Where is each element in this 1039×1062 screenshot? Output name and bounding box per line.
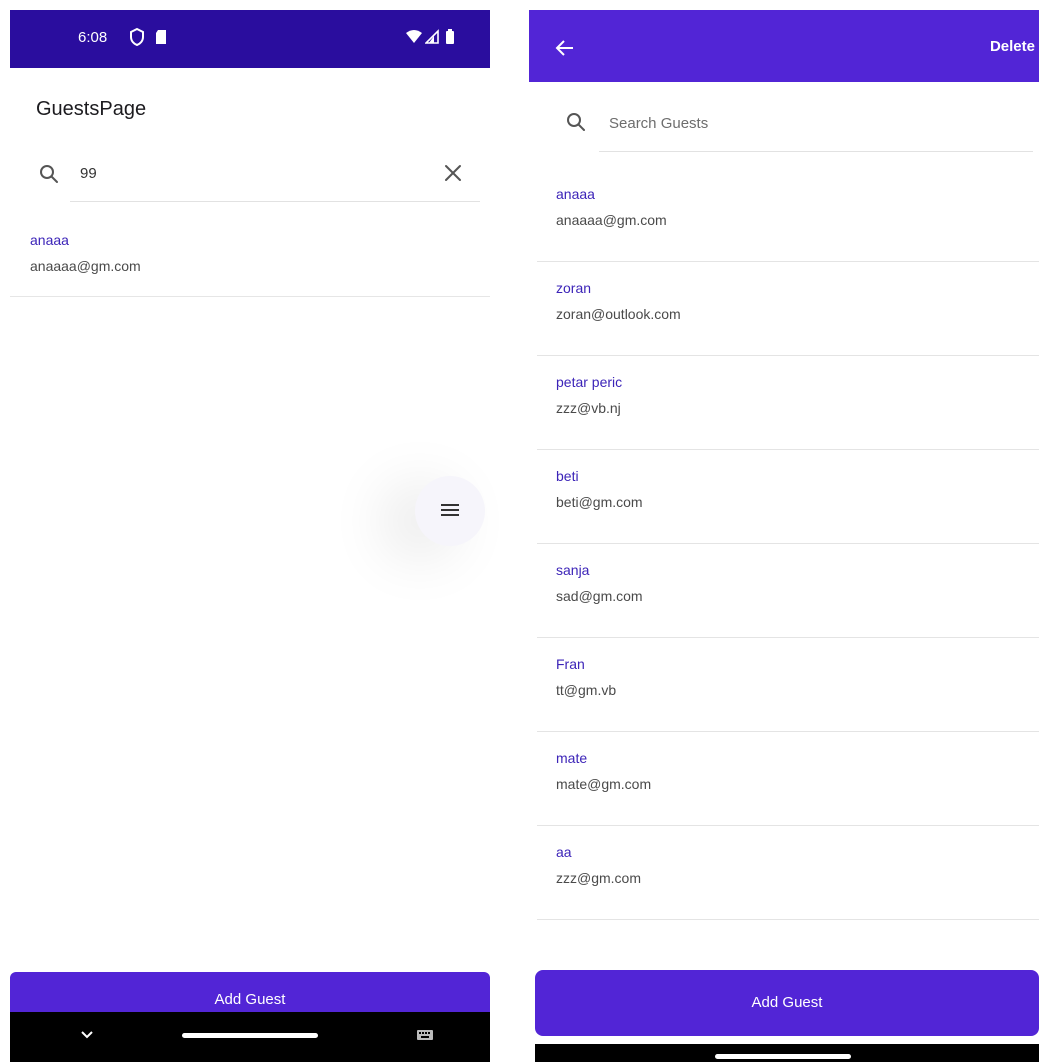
delete-button[interactable]: Delete [990, 38, 1035, 55]
left-screen: 6:08 GuestsPage 99 anaaa anaaaa@gm.com A… [0, 0, 500, 1062]
guest-name: sanja [556, 562, 590, 578]
guest-email: mate@gm.com [556, 776, 652, 792]
search-icon [567, 113, 585, 131]
home-pill[interactable] [715, 1054, 851, 1059]
guest-name: aa [556, 844, 572, 860]
search-input[interactable] [607, 108, 991, 138]
shield-icon [130, 27, 144, 47]
list-item[interactable]: anaaa anaaaa@gm.com [10, 222, 490, 297]
battery-icon [446, 29, 454, 44]
wifi-icon [406, 30, 422, 43]
search-underline [70, 201, 480, 202]
guest-email: sad@gm.com [556, 588, 643, 604]
guest-name: Fran [556, 656, 585, 672]
search-bar[interactable]: 99 [26, 150, 480, 202]
guest-email: anaaaa@gm.com [30, 258, 141, 274]
list-item[interactable]: beti beti@gm.com [537, 450, 1039, 544]
add-guest-button[interactable]: Add Guest [535, 970, 1039, 1036]
arrow-back-icon[interactable] [553, 36, 577, 60]
page-title: GuestsPage [36, 98, 147, 120]
chevron-down-icon[interactable] [80, 1028, 94, 1042]
status-bar: 6:08 [10, 10, 490, 68]
navigation-bar [535, 1044, 1039, 1062]
guest-name: anaaa [556, 186, 595, 202]
keyboard-icon[interactable] [417, 1029, 433, 1041]
guest-email: beti@gm.com [556, 494, 643, 510]
list-item[interactable]: anaaa anaaaa@gm.com [537, 168, 1039, 262]
guest-email: zoran@outlook.com [556, 306, 681, 322]
search-bar[interactable] [559, 100, 1033, 152]
right-screen: Delete anaaa anaaaa@gm.com zoran zoran@o… [529, 10, 1039, 1062]
search-underline [599, 151, 1033, 152]
guest-name: beti [556, 468, 579, 484]
list-item[interactable]: zoran zoran@outlook.com [537, 262, 1039, 356]
navigation-bar [10, 1012, 490, 1062]
close-icon[interactable] [442, 162, 464, 184]
guest-email: zzz@gm.com [556, 870, 641, 886]
list-item[interactable]: mate mate@gm.com [537, 732, 1039, 826]
search-input[interactable]: 99 [80, 165, 97, 182]
guest-email: anaaaa@gm.com [556, 212, 667, 228]
guest-name: petar peric [556, 374, 623, 390]
guest-email: tt@gm.vb [556, 682, 617, 698]
home-pill[interactable] [182, 1033, 318, 1038]
status-time: 6:08 [78, 29, 108, 46]
add-guest-button[interactable]: Add Guest [10, 972, 490, 1016]
guest-name: mate [556, 750, 588, 766]
sim-card-icon [156, 30, 166, 44]
menu-icon [441, 504, 459, 516]
list-item[interactable]: aa zzz@gm.com [537, 826, 1039, 920]
cell-signal-icon [425, 29, 439, 44]
list-item[interactable]: petar peric zzz@vb.nj [537, 356, 1039, 450]
app-bar: Delete [529, 10, 1039, 82]
guest-email: zzz@vb.nj [556, 400, 621, 416]
guest-name: zoran [556, 280, 592, 296]
guest-name: anaaa [30, 232, 69, 248]
list-item[interactable]: sanja sad@gm.com [537, 544, 1039, 638]
menu-fab-button[interactable] [415, 476, 485, 546]
search-icon [40, 165, 58, 183]
guest-list: anaaa anaaaa@gm.com zoran zoran@outlook.… [537, 168, 1039, 920]
list-item[interactable]: Fran tt@gm.vb [537, 638, 1039, 732]
